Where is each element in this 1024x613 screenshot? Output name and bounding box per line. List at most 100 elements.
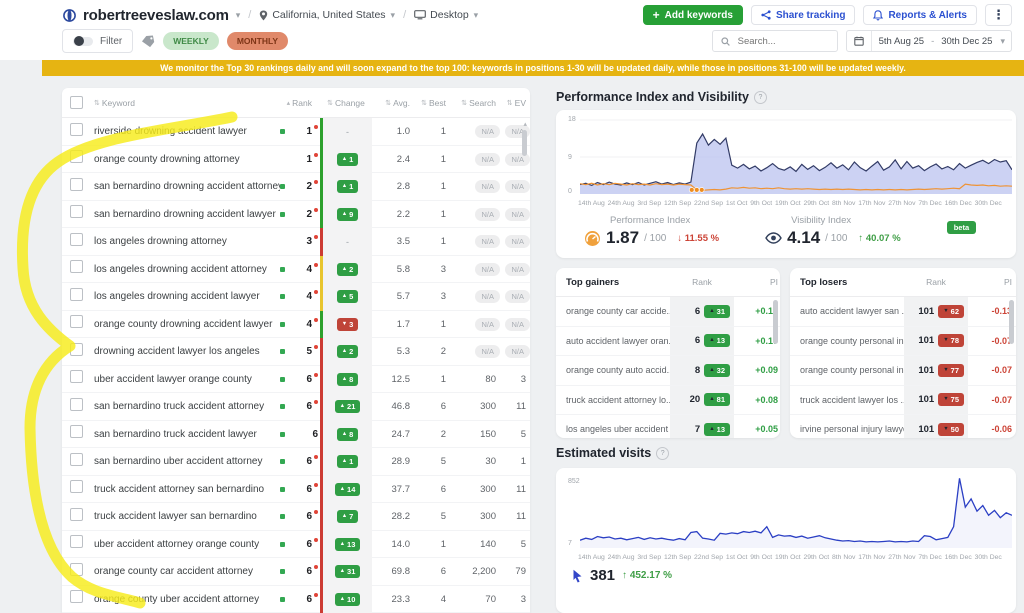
- chevron-down-icon[interactable]: ▾: [236, 10, 241, 21]
- gainer-row[interactable]: auto accident lawyer oran...6▲13+0.17: [556, 327, 780, 357]
- avg-value: 24.7: [372, 429, 418, 440]
- visibility-index-value: 4.14: [787, 228, 820, 248]
- losers-scrollbar[interactable]: [1009, 300, 1014, 344]
- table-row[interactable]: san bernardino truck accident lawyer6▲82…: [62, 421, 530, 449]
- row-checkbox[interactable]: [70, 370, 94, 388]
- info-icon[interactable]: ?: [656, 447, 669, 460]
- change-badge: ▲10: [335, 593, 361, 606]
- ev-value: N/A: [504, 263, 530, 276]
- table-row[interactable]: los angeles drowning accident lawyer4▲55…: [62, 283, 530, 311]
- row-checkbox[interactable]: [70, 343, 94, 361]
- loser-row[interactable]: irvine personal injury lawyer101▼50-0.06: [790, 415, 1016, 438]
- row-checkbox[interactable]: [70, 233, 94, 251]
- info-icon[interactable]: ?: [754, 91, 767, 104]
- table-row[interactable]: los angeles drowning accident attorney4▲…: [62, 256, 530, 284]
- tag-icon[interactable]: [141, 35, 155, 48]
- table-row[interactable]: drowning accident lawyer los angeles5▲25…: [62, 338, 530, 366]
- add-keywords-button[interactable]: + Add keywords: [643, 5, 743, 25]
- x-tick-label: 29th Oct: [803, 200, 829, 207]
- row-checkbox[interactable]: [70, 398, 94, 416]
- loser-row[interactable]: truck accident lawyer los ...101▼75-0.07: [790, 386, 1016, 416]
- row-checkbox[interactable]: [70, 508, 94, 526]
- table-row[interactable]: truck accident attorney san bernardino6▲…: [62, 476, 530, 504]
- new-indicator-dot: [314, 208, 318, 212]
- location-selector[interactable]: California, United States ▾: [259, 9, 395, 21]
- table-row[interactable]: san bernardino uber accident attorney6▲1…: [62, 448, 530, 476]
- device-selector[interactable]: Desktop ▾: [414, 9, 478, 21]
- eye-icon: [765, 232, 782, 244]
- table-row[interactable]: truck accident lawyer san bernardino6▲72…: [62, 503, 530, 531]
- new-indicator-dot: [314, 235, 318, 239]
- column-change[interactable]: ⇅Change: [320, 98, 372, 108]
- search-input[interactable]: [736, 35, 820, 48]
- change-badge: ▲13: [704, 334, 730, 347]
- column-keyword[interactable]: ⇅Keyword: [94, 98, 280, 108]
- gainers-scrollbar[interactable]: [773, 300, 778, 344]
- tag-weekly[interactable]: WEEKLY: [163, 32, 219, 50]
- table-row[interactable]: uber accident attorney orange county6▲13…: [62, 531, 530, 559]
- row-checkbox[interactable]: [70, 590, 94, 608]
- row-checkbox[interactable]: [70, 205, 94, 223]
- ev-value: 11: [504, 484, 530, 495]
- filter-toggle[interactable]: Filter: [62, 29, 133, 53]
- table-row[interactable]: orange county car accident attorney6▲316…: [62, 558, 530, 586]
- gainer-row[interactable]: orange county auto accid...8▲32+0.09: [556, 356, 780, 386]
- x-tick-label: 16th Dec: [945, 200, 972, 207]
- pin-icon: [259, 10, 268, 21]
- filter-switch[interactable]: [73, 37, 93, 46]
- reports-alerts-button[interactable]: Reports & Alerts: [863, 5, 977, 25]
- new-indicator-dot: [314, 263, 318, 267]
- row-checkbox[interactable]: [70, 260, 94, 278]
- more-menu-button[interactable]: ⋮: [985, 4, 1012, 26]
- table-row[interactable]: san bernardino truck accident attorney6▲…: [62, 393, 530, 421]
- serp-feature-dot: [280, 129, 285, 134]
- select-all-checkbox[interactable]: [70, 96, 94, 109]
- column-best[interactable]: ⇅Best: [418, 98, 454, 108]
- column-ev[interactable]: ⇅EV: [504, 98, 530, 108]
- scroll-up-arrow[interactable]: ▴: [523, 120, 527, 128]
- loser-row[interactable]: auto accident lawyer san ...101▼62-0.13: [790, 297, 1016, 327]
- row-checkbox[interactable]: [70, 178, 94, 196]
- tag-monthly[interactable]: MONTHLY: [227, 32, 288, 50]
- table-scrollbar[interactable]: [522, 130, 527, 156]
- arrow-up-icon: ▲: [340, 486, 345, 492]
- table-row[interactable]: orange county uber accident attorney6▲10…: [62, 586, 530, 613]
- gainer-row[interactable]: truck accident attorney lo...20▲81+0.08: [556, 386, 780, 416]
- change-badge: ▲13: [704, 423, 730, 436]
- row-checkbox[interactable]: [70, 315, 94, 333]
- rank-cell: 101▼77: [904, 356, 968, 385]
- loser-row[interactable]: orange county personal in...101▼77-0.07: [790, 356, 1016, 386]
- row-checkbox[interactable]: [70, 288, 94, 306]
- row-checkbox[interactable]: [70, 123, 94, 141]
- arrow-up-icon: ▲: [342, 266, 347, 272]
- change-badge: ▼3: [337, 318, 359, 331]
- row-checkbox[interactable]: [70, 563, 94, 581]
- gainer-row[interactable]: los angeles uber accident ...7▲13+0.05: [556, 415, 780, 438]
- table-row[interactable]: los angeles drowning attorney3-3.51N/AN/…: [62, 228, 530, 256]
- row-checkbox[interactable]: [70, 453, 94, 471]
- keyword-label: los angeles drowning accident lawyer: [94, 291, 280, 302]
- table-row[interactable]: uber accident lawyer orange county6▲812.…: [62, 366, 530, 394]
- row-checkbox[interactable]: [70, 425, 94, 443]
- date-range-picker[interactable]: 5th Aug 25 - 30th Dec 25 ▾: [846, 30, 1012, 52]
- search-box[interactable]: [712, 30, 838, 52]
- checkbox-icon: [70, 288, 83, 301]
- best-value: 1: [418, 209, 454, 220]
- row-checkbox[interactable]: [70, 150, 94, 168]
- table-row[interactable]: orange county drowning attorney1▲12.41N/…: [62, 146, 530, 174]
- checkbox-icon: [70, 315, 83, 328]
- loser-row[interactable]: orange county personal in...101▼78-0.07: [790, 327, 1016, 357]
- column-avg[interactable]: ⇅Avg.: [372, 98, 418, 108]
- rank-value: 6: [695, 335, 700, 346]
- table-row[interactable]: san bernardino drowning accident attorne…: [62, 173, 530, 201]
- column-search[interactable]: ⇅Search: [454, 98, 504, 108]
- table-row[interactable]: san bernardino drowning accident lawyer2…: [62, 201, 530, 229]
- gainer-row[interactable]: orange county car accide...6▲31+0.18: [556, 297, 780, 327]
- share-tracking-button[interactable]: Share tracking: [751, 5, 855, 25]
- row-checkbox[interactable]: [70, 480, 94, 498]
- table-row[interactable]: orange county drowning accident lawyer4▼…: [62, 311, 530, 339]
- tracked-domain[interactable]: robertreeveslaw.com: [83, 7, 229, 24]
- table-row[interactable]: riverside drowning accident lawyer1-1.01…: [62, 118, 530, 146]
- row-checkbox[interactable]: [70, 535, 94, 553]
- column-rank[interactable]: ▴Rank: [292, 98, 320, 108]
